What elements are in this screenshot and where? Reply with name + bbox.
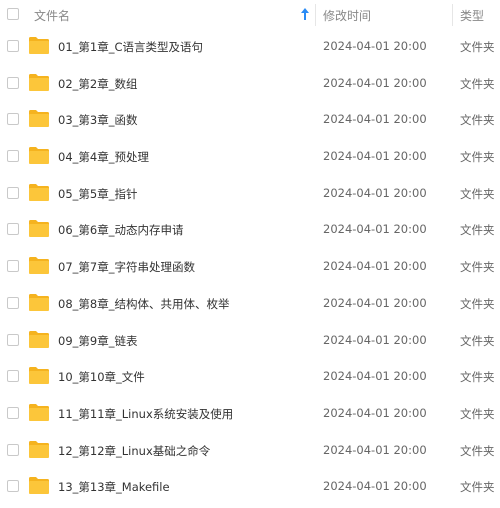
- modified-time: 2024-04-01 20:00: [323, 259, 427, 274]
- folder-icon: [29, 477, 49, 495]
- folder-icon: [29, 183, 49, 201]
- row-checkbox[interactable]: [7, 113, 19, 126]
- file-name[interactable]: 02_第2章_数组: [58, 76, 137, 92]
- column-separator[interactable]: [315, 4, 316, 26]
- row-checkbox[interactable]: [7, 150, 19, 163]
- file-row[interactable]: 12_第12章_Linux基础之命令 2024-04-01 20:00 文件夹: [0, 432, 500, 469]
- file-row[interactable]: 03_第3章_函数 2024-04-01 20:00 文件夹: [0, 101, 500, 138]
- file-row[interactable]: 02_第2章_数组 2024-04-01 20:00 文件夹: [0, 65, 500, 102]
- folder-icon: [29, 330, 49, 348]
- file-row[interactable]: 01_第1章_C语言类型及语句 2024-04-01 20:00 文件夹: [0, 28, 500, 65]
- file-name[interactable]: 04_第4章_预处理: [58, 149, 149, 165]
- file-type: 文件夹: [460, 113, 495, 128]
- modified-time: 2024-04-01 20:00: [323, 112, 427, 127]
- row-checkbox[interactable]: [7, 186, 19, 199]
- file-type: 文件夹: [460, 370, 495, 385]
- modified-time: 2024-04-01 20:00: [323, 442, 427, 457]
- file-name[interactable]: 12_第12章_Linux基础之命令: [58, 443, 210, 459]
- file-row[interactable]: 07_第7章_字符串处理函数 2024-04-01 20:00 文件夹: [0, 248, 500, 285]
- file-row[interactable]: 09_第9章_链表 2024-04-01 20:00 文件夹: [0, 322, 500, 359]
- row-checkbox[interactable]: [7, 480, 19, 493]
- folder-icon: [29, 257, 49, 275]
- file-name[interactable]: 03_第3章_函数: [58, 112, 137, 128]
- sort-ascending-arrow-icon[interactable]: [301, 8, 309, 20]
- row-checkbox[interactable]: [7, 40, 19, 52]
- column-header-name[interactable]: 文件名: [34, 7, 70, 24]
- file-row[interactable]: 06_第6章_动态内存申请 2024-04-01 20:00 文件夹: [0, 211, 500, 248]
- file-list: 01_第1章_C语言类型及语句 2024-04-01 20:00 文件夹 02_第2章…: [0, 28, 500, 505]
- row-checkbox[interactable]: [7, 223, 19, 236]
- file-name[interactable]: 01_第1章_C语言类型及语句: [58, 39, 203, 55]
- folder-icon: [29, 37, 49, 54]
- file-name[interactable]: 11_第11章_Linux系统安装及使用: [58, 406, 233, 422]
- file-name[interactable]: 05_第5章_指针: [58, 186, 137, 202]
- row-checkbox[interactable]: [7, 333, 19, 346]
- file-row[interactable]: 08_第8章_结构体、共用体、枚举 2024-04-01 20:00 文件夹: [0, 285, 500, 322]
- row-checkbox[interactable]: [7, 296, 19, 309]
- file-type: 文件夹: [460, 296, 495, 311]
- modified-time: 2024-04-01 20:00: [323, 149, 427, 164]
- file-row[interactable]: 11_第11章_Linux系统安装及使用 2024-04-01 20:00 文件夹: [0, 395, 500, 432]
- modified-time: 2024-04-01 20:00: [323, 39, 427, 53]
- folder-icon: [29, 110, 49, 128]
- select-all-checkbox[interactable]: [7, 8, 19, 20]
- file-list-header: 文件名 修改时间 类型: [0, 0, 500, 30]
- file-type: 文件夹: [460, 480, 495, 495]
- file-type: 文件夹: [460, 150, 495, 165]
- row-checkbox[interactable]: [7, 406, 19, 419]
- file-row[interactable]: 05_第5章_指针 2024-04-01 20:00 文件夹: [0, 175, 500, 212]
- file-type: 文件夹: [460, 406, 495, 421]
- file-row[interactable]: 04_第4章_预处理 2024-04-01 20:00 文件夹: [0, 138, 500, 175]
- file-type: 文件夹: [460, 40, 495, 54]
- file-type: 文件夹: [460, 186, 495, 201]
- row-checkbox[interactable]: [7, 76, 19, 89]
- row-checkbox[interactable]: [7, 260, 19, 273]
- file-name[interactable]: 13_第13章_Makefile: [58, 479, 170, 495]
- file-name[interactable]: 08_第8章_结构体、共用体、枚举: [58, 296, 229, 312]
- modified-time: 2024-04-01 20:00: [323, 405, 427, 420]
- folder-icon: [29, 220, 49, 238]
- file-type: 文件夹: [460, 333, 495, 348]
- row-checkbox[interactable]: [7, 443, 19, 456]
- row-checkbox[interactable]: [7, 370, 19, 383]
- file-name[interactable]: 07_第7章_字符串处理函数: [58, 259, 195, 275]
- modified-time: 2024-04-01 20:00: [323, 295, 427, 310]
- file-name[interactable]: 06_第6章_动态内存申请: [58, 222, 183, 238]
- modified-time: 2024-04-01 20:00: [323, 185, 427, 200]
- column-separator[interactable]: [452, 4, 453, 26]
- modified-time: 2024-04-01 20:00: [323, 332, 427, 347]
- file-type: 文件夹: [460, 223, 495, 238]
- file-type: 文件夹: [460, 443, 495, 458]
- column-header-type[interactable]: 类型: [460, 7, 484, 24]
- column-header-modified-time[interactable]: 修改时间: [323, 7, 371, 24]
- file-name[interactable]: 09_第9章_链表: [58, 333, 137, 349]
- file-name[interactable]: 10_第10章_文件: [58, 369, 145, 385]
- file-row[interactable]: 10_第10章_文件 2024-04-01 20:00 文件夹: [0, 358, 500, 395]
- modified-time: 2024-04-01 20:00: [323, 222, 427, 237]
- file-row[interactable]: 13_第13章_Makefile 2024-04-01 20:00 文件夹: [0, 468, 500, 505]
- folder-icon: [29, 293, 49, 311]
- modified-time: 2024-04-01 20:00: [323, 479, 427, 494]
- file-type: 文件夹: [460, 76, 495, 91]
- file-type: 文件夹: [460, 260, 495, 275]
- folder-icon: [29, 403, 49, 421]
- folder-icon: [29, 367, 49, 385]
- modified-time: 2024-04-01 20:00: [323, 75, 427, 90]
- modified-time: 2024-04-01 20:00: [323, 369, 427, 384]
- folder-icon: [29, 147, 49, 165]
- folder-icon: [29, 440, 49, 458]
- folder-icon: [29, 73, 49, 91]
